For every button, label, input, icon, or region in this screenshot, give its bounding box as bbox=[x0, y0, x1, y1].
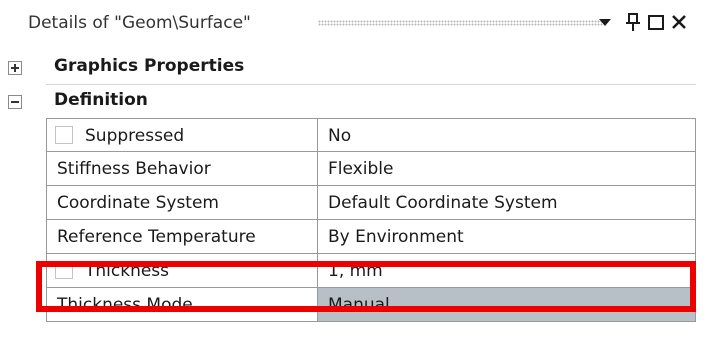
property-value: Default Coordinate System bbox=[328, 193, 558, 213]
property-row[interactable]: Coordinate System Default Coordinate Sys… bbox=[0, 186, 707, 220]
pin-icon[interactable] bbox=[622, 11, 644, 33]
property-name-cell[interactable]: Coordinate System bbox=[46, 186, 318, 220]
property-value-cell[interactable]: 1, mm bbox=[318, 254, 696, 288]
dropdown-arrow-icon[interactable] bbox=[594, 11, 616, 33]
collapse-minus-icon[interactable] bbox=[8, 95, 22, 109]
property-row[interactable]: Thickness Mode Manual bbox=[0, 288, 707, 322]
property-value-cell[interactable]: Default Coordinate System bbox=[318, 186, 696, 220]
property-name-cell[interactable]: Thickness bbox=[46, 254, 318, 288]
property-name: Thickness bbox=[85, 261, 170, 281]
property-value: Flexible bbox=[328, 159, 394, 179]
section-graphics-properties[interactable]: Graphics Properties bbox=[0, 50, 707, 85]
property-row[interactable]: Suppressed No bbox=[0, 118, 707, 152]
property-name: Suppressed bbox=[85, 126, 185, 146]
panel-title: Details of "Geom\Surface" bbox=[28, 13, 251, 33]
panel-titlebar: Details of "Geom\Surface" bbox=[0, 0, 707, 50]
drag-grip[interactable] bbox=[318, 20, 603, 26]
property-value: Manual bbox=[328, 295, 390, 315]
property-name-cell[interactable]: Suppressed bbox=[46, 118, 318, 152]
property-name: Stiffness Behavior bbox=[57, 159, 211, 179]
maximize-icon[interactable] bbox=[645, 11, 667, 33]
property-name: Thickness Mode bbox=[57, 295, 193, 315]
section-definition[interactable]: Definition bbox=[0, 84, 707, 118]
section-label: Graphics Properties bbox=[54, 56, 245, 76]
property-name: Coordinate System bbox=[57, 193, 219, 213]
property-name-cell[interactable]: Thickness Mode bbox=[46, 288, 318, 322]
property-name: Reference Temperature bbox=[57, 227, 256, 247]
expand-plus-icon[interactable] bbox=[8, 61, 22, 75]
property-value-cell[interactable]: By Environment bbox=[318, 220, 696, 254]
property-value-cell[interactable]: Manual bbox=[318, 288, 696, 322]
thickness-checkbox[interactable] bbox=[55, 261, 73, 279]
property-name-cell[interactable]: Stiffness Behavior bbox=[46, 152, 318, 186]
section-label: Definition bbox=[54, 90, 148, 110]
property-row-thickness[interactable]: Thickness 1, mm bbox=[0, 254, 707, 288]
close-icon[interactable] bbox=[668, 11, 690, 33]
property-value-cell[interactable]: Flexible bbox=[318, 152, 696, 186]
property-row[interactable]: Stiffness Behavior Flexible bbox=[0, 152, 707, 186]
property-value: No bbox=[328, 126, 352, 146]
property-value-cell[interactable]: No bbox=[318, 118, 696, 152]
property-name-cell[interactable]: Reference Temperature bbox=[46, 220, 318, 254]
property-row[interactable]: Reference Temperature By Environment bbox=[0, 220, 707, 254]
property-value: 1, mm bbox=[328, 261, 383, 281]
suppressed-checkbox[interactable] bbox=[55, 126, 73, 144]
property-value: By Environment bbox=[328, 227, 464, 247]
